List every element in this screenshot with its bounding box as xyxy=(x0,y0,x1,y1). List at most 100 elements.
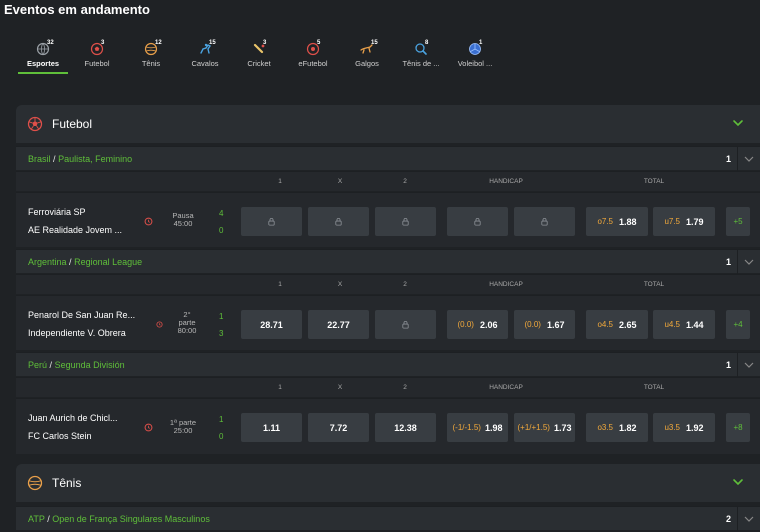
tab-count: 32 xyxy=(47,40,54,46)
odds-column-header: 1 X 2 HANDICAP TOTAL xyxy=(16,171,760,191)
league-title[interactable]: Paulista, Feminino xyxy=(58,154,132,164)
more-markets-button[interactable]: +4 xyxy=(726,310,750,339)
odd-1[interactable]: 28.71 xyxy=(241,310,302,339)
chevron-down-icon[interactable] xyxy=(732,476,744,488)
odd-total-over[interactable]: o7.5 1.88 xyxy=(586,207,648,236)
odd-handicap-home-locked[interactable] xyxy=(447,207,508,236)
status-time: 80:00 xyxy=(177,326,197,335)
odds-column-header: 1 X 2 HANDICAP TOTAL xyxy=(16,377,760,397)
tab-tenis[interactable]: 12 Tênis xyxy=(124,38,178,74)
league-title[interactable]: Regional League xyxy=(74,257,142,267)
chevron-down-icon[interactable] xyxy=(732,117,744,129)
lock-icon xyxy=(402,321,409,329)
odd-2-locked[interactable] xyxy=(375,207,436,236)
league-count: 2 xyxy=(726,514,732,524)
more-markets-button[interactable]: +8 xyxy=(726,413,750,442)
match-status: Pausa 45:00 xyxy=(163,212,203,228)
league-collapse-button[interactable] xyxy=(737,147,760,171)
league-name: ATP / Open de França Singulares Masculin… xyxy=(28,514,210,524)
col-x: X xyxy=(337,281,343,288)
match-row[interactable]: Penarol De San Juan Re... Independiente … xyxy=(16,295,760,350)
chevron-down-icon xyxy=(744,362,754,368)
odd-total-under[interactable]: u4.5 1.44 xyxy=(653,310,715,339)
home-team[interactable]: Ferroviária SP xyxy=(28,207,86,217)
tab-count: 1 xyxy=(479,40,483,46)
section-title: Tênis xyxy=(52,476,82,490)
tab-galgos[interactable]: 15 Galgos xyxy=(340,38,394,74)
tab-efutebol[interactable]: 5 eFutebol xyxy=(286,38,340,74)
tennis-ball-icon xyxy=(27,475,43,491)
score-away: 0 xyxy=(219,226,224,235)
odd-total-under[interactable]: u7.5 1.79 xyxy=(653,207,715,236)
away-team[interactable]: FC Carlos Stein xyxy=(28,431,92,441)
tab-voleibol[interactable]: 1 Voleibol ... xyxy=(448,38,502,74)
odd-handicap-home[interactable]: (-1/-1.5) 1.98 xyxy=(447,413,508,442)
away-team[interactable]: AE Realidade Jovem ... xyxy=(28,225,122,235)
odd-value: 1.67 xyxy=(546,319,565,330)
league-bar-atp[interactable]: ATP / Open de França Singulares Masculin… xyxy=(16,506,760,531)
tab-count: 5 xyxy=(317,40,321,46)
tab-tenis-de-mesa[interactable]: 8 Tênis de ... xyxy=(394,38,448,74)
tab-count: 15 xyxy=(371,40,378,46)
league-name: Perú / Segunda División xyxy=(28,360,125,370)
away-team[interactable]: Independiente V. Obrera xyxy=(28,328,126,338)
odd-x-locked[interactable] xyxy=(308,207,369,236)
odd-handicap-away[interactable]: (+1/+1.5) 1.73 xyxy=(514,413,575,442)
league-bar-brasil[interactable]: Brasil / Paulista, Feminino 1 xyxy=(16,146,760,171)
league-bar-peru[interactable]: Perú / Segunda División 1 xyxy=(16,352,760,377)
odd-2[interactable]: 12.38 xyxy=(375,413,436,442)
tab-count: 3 xyxy=(101,40,105,46)
section-tenis[interactable]: Tênis xyxy=(16,464,760,502)
tab-count: 3 xyxy=(263,40,267,46)
odd-1-locked[interactable] xyxy=(241,207,302,236)
section-futebol[interactable]: Futebol xyxy=(16,105,760,143)
lock-icon xyxy=(541,218,548,226)
odd-value: 1.82 xyxy=(619,422,637,433)
tab-esportes[interactable]: 32 Esportes xyxy=(16,38,70,74)
league-country[interactable]: Brasil xyxy=(28,154,51,164)
odd-1[interactable]: 1.11 xyxy=(241,413,302,442)
league-title[interactable]: Segunda División xyxy=(55,360,125,370)
league-collapse-button[interactable] xyxy=(737,507,760,531)
tab-futebol[interactable]: 3 Futebol xyxy=(70,38,124,74)
home-team[interactable]: Juan Aurich de Chicl... xyxy=(28,413,118,423)
odd-handicap-away-locked[interactable] xyxy=(514,207,575,236)
odd-2-locked[interactable] xyxy=(375,310,436,339)
total-line: u4.5 xyxy=(664,320,681,329)
league-collapse-button[interactable] xyxy=(737,250,760,274)
home-team[interactable]: Penarol De San Juan Re... xyxy=(28,310,135,320)
league-collapse-button[interactable] xyxy=(737,353,760,377)
total-line: u3.5 xyxy=(664,423,681,432)
tab-cricket[interactable]: 3 Cricket xyxy=(232,38,286,74)
odd-handicap-away[interactable]: (0.0) 1.67 xyxy=(514,310,575,339)
total-line: o3.5 xyxy=(597,423,614,432)
odd-total-under[interactable]: u3.5 1.92 xyxy=(653,413,715,442)
col-2: 2 xyxy=(403,281,407,288)
lock-icon xyxy=(335,218,342,226)
league-country[interactable]: Perú xyxy=(28,360,47,370)
match-row[interactable]: Juan Aurich de Chicl... FC Carlos Stein … xyxy=(16,398,760,454)
league-country[interactable]: ATP xyxy=(28,514,45,524)
match-status: 1ª parte 25:00 xyxy=(163,419,203,435)
more-markets-button[interactable]: +5 xyxy=(726,207,750,236)
handicap-line: (0.0) xyxy=(524,320,541,329)
odd-handicap-home[interactable]: (0.0) 2.06 xyxy=(447,310,508,339)
tab-label: Tênis de ... xyxy=(402,59,440,68)
league-bar-argentina[interactable]: Argentina / Regional League 1 xyxy=(16,249,760,274)
tab-label: Cavalos xyxy=(191,59,219,68)
odds-column-header: 1 X 2 HANDICAP TOTAL xyxy=(16,274,760,294)
odd-total-over[interactable]: o3.5 1.82 xyxy=(586,413,648,442)
handicap-line: (+1/+1.5) xyxy=(517,423,550,432)
tab-cavalos[interactable]: 15 Cavalos xyxy=(178,38,232,74)
odd-x[interactable]: 7.72 xyxy=(308,413,369,442)
odd-total-over[interactable]: o4.5 2.65 xyxy=(586,310,648,339)
col-2: 2 xyxy=(403,178,407,185)
league-title[interactable]: Open de França Singulares Masculinos xyxy=(52,514,210,524)
match-row[interactable]: Ferroviária SP AE Realidade Jovem ... Pa… xyxy=(16,192,760,247)
tab-count: 8 xyxy=(425,40,429,46)
league-country[interactable]: Argentina xyxy=(28,257,67,267)
handicap-line: (0.0) xyxy=(457,320,474,329)
odd-x[interactable]: 22.77 xyxy=(308,310,369,339)
odd-value: 1.92 xyxy=(686,422,704,433)
league-name: Argentina / Regional League xyxy=(28,257,143,267)
